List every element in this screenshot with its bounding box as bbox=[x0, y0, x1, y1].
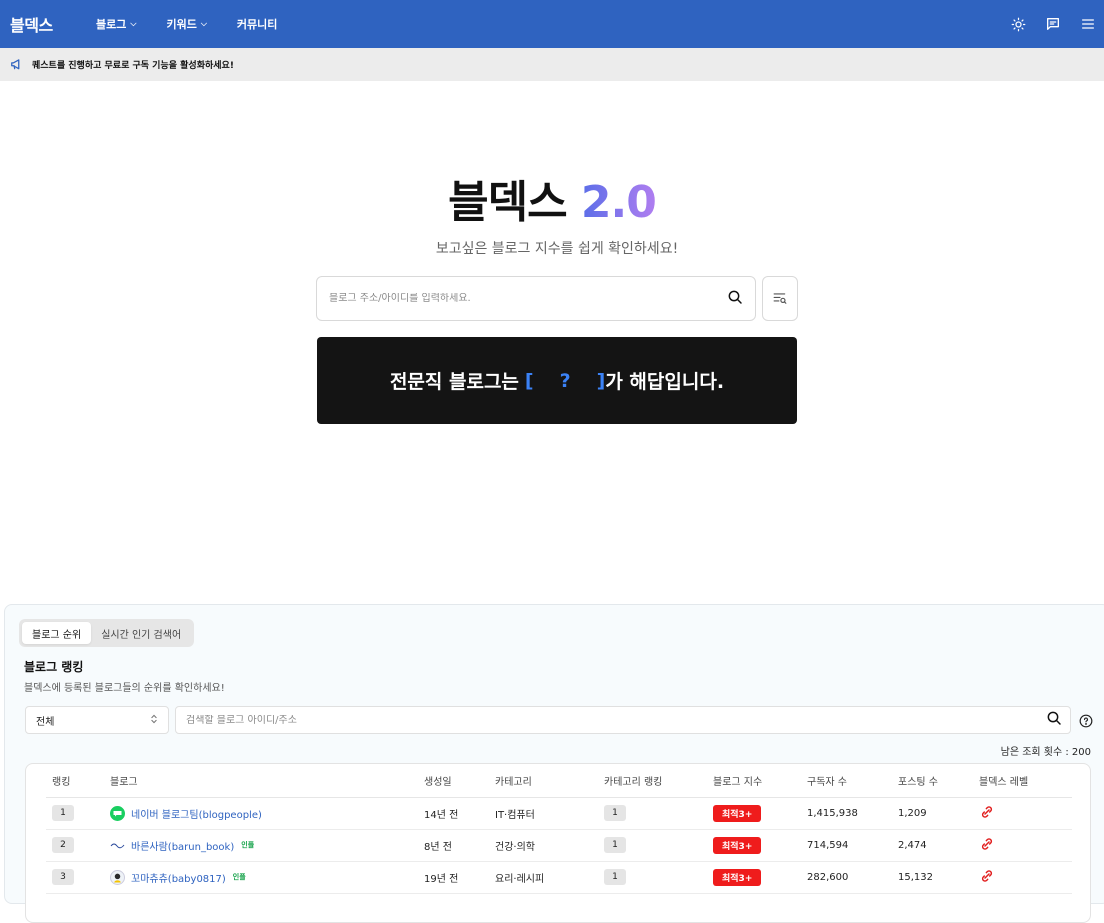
nav-item-label: 블로그 bbox=[96, 18, 127, 31]
promo-banner[interactable]: 전문직 블로그는 [ ? ] 가 해답입니다. bbox=[317, 337, 797, 424]
blog-link[interactable]: 꼬마츄츄(baby0817) bbox=[131, 870, 226, 885]
ranking-search-box bbox=[175, 706, 1071, 734]
posts-cell: 2,474 bbox=[898, 829, 979, 862]
megaphone-icon bbox=[10, 55, 24, 74]
influencer-tag: 인플 bbox=[232, 873, 246, 881]
notice-text: 퀘스트를 진행하고 무료로 구독 기능을 활성화하세요! bbox=[32, 61, 234, 71]
hero-version: 2.0 bbox=[580, 177, 657, 228]
blog-avatar-icon bbox=[110, 869, 125, 885]
table-row[interactable]: 2 바른사람(barun_book) 인플 8년 전 건강·의학 1 최적3+ … bbox=[46, 829, 1072, 862]
blog-index-badge: 최적3+ bbox=[713, 868, 762, 886]
influencer-tag: 인플 bbox=[241, 841, 255, 849]
nav-item-blog[interactable]: 블로그 ⌵ bbox=[96, 16, 136, 32]
ranking-tabs: 블로그 순위 실시간 인기 검색어 bbox=[19, 619, 195, 647]
ranking-description: 블덱스에 등록된 블로그들의 순위를 확인하세요! bbox=[24, 683, 225, 694]
ranking-table-container: 랭킹 블로그 생성일 카테고리 카테고리 랭킹 블로그 지수 구독자 수 포스팅… bbox=[25, 763, 1091, 923]
col-header-blog-index: 블로그 지수 bbox=[713, 764, 807, 798]
blog-avatar-icon bbox=[110, 838, 125, 853]
nav-item-keyword[interactable]: 키워드 ⌵ bbox=[166, 16, 206, 32]
col-header-blog: 블로그 bbox=[110, 764, 424, 798]
menu-icon[interactable] bbox=[1078, 14, 1098, 34]
table-row[interactable]: 3 꼬마츄츄(baby0817) 인플 19년 전 요리·레시피 1 최적3+ … bbox=[46, 861, 1072, 894]
posts-cell: 1,209 bbox=[898, 797, 979, 830]
blog-link[interactable]: 네이버 블로그팀(blogpeople) bbox=[131, 806, 262, 821]
banner-prefix: 전문직 블로그는 bbox=[389, 371, 519, 393]
ranking-search-input[interactable] bbox=[186, 714, 1046, 726]
hero-title-text: 블덱스 bbox=[448, 177, 567, 228]
chevron-down-icon: ⌵ bbox=[130, 19, 137, 28]
banner-suffix: 가 해답입니다. bbox=[605, 371, 725, 393]
banner-bracket-open: [ bbox=[524, 369, 534, 392]
banner-bracket-close: ] bbox=[596, 369, 606, 392]
ranking-title: 블로그 랭킹 bbox=[24, 660, 84, 674]
quest-notice-bar[interactable]: 퀘스트를 진행하고 무료로 구독 기능을 활성화하세요! bbox=[0, 48, 1104, 81]
level-chain-icon bbox=[979, 805, 995, 823]
main-nav: 블로그 ⌵ 키워드 ⌵ 커뮤니티 bbox=[96, 0, 307, 48]
created-cell: 8년 전 bbox=[424, 829, 495, 862]
site-logo[interactable]: 블덱스 bbox=[10, 12, 53, 36]
level-chain-icon bbox=[979, 837, 995, 855]
search-filter-button[interactable] bbox=[762, 276, 798, 321]
subscribers-cell: 1,415,938 bbox=[807, 797, 898, 830]
nav-item-label: 키워드 bbox=[166, 18, 197, 31]
col-header-posts: 포스팅 수 bbox=[898, 764, 979, 798]
rank-badge: 1 bbox=[52, 805, 74, 821]
category-rank-badge: 1 bbox=[604, 837, 626, 853]
category-select-value: 전체 bbox=[36, 716, 55, 728]
rank-badge: 3 bbox=[52, 869, 74, 885]
col-header-subscribers: 구독자 수 bbox=[807, 764, 898, 798]
blog-index-badge: 최적3+ bbox=[713, 836, 762, 854]
hero-subtitle: 보고싶은 블로그 지수를 쉽게 확인하세요! bbox=[435, 241, 679, 257]
category-cell: 요리·레시피 bbox=[495, 861, 604, 894]
posts-cell: 15,132 bbox=[898, 861, 979, 894]
hero-title: 블덱스 2.0 bbox=[0, 166, 1104, 230]
tab-realtime-keywords[interactable]: 실시간 인기 검색어 bbox=[91, 622, 191, 644]
nav-item-community[interactable]: 커뮤니티 bbox=[237, 16, 277, 32]
col-header-category-rank: 카테고리 랭킹 bbox=[604, 764, 713, 798]
help-circle-icon[interactable] bbox=[1079, 713, 1093, 728]
col-header-rank: 랭킹 bbox=[46, 764, 110, 798]
blog-index-badge: 최적3+ bbox=[713, 804, 762, 822]
filter-list-icon bbox=[773, 289, 787, 308]
category-cell: IT·컴퓨터 bbox=[495, 797, 604, 830]
table-header-row: 랭킹 블로그 생성일 카테고리 카테고리 랭킹 블로그 지수 구독자 수 포스팅… bbox=[46, 764, 1072, 798]
top-navigation-bar: 블덱스 블로그 ⌵ 키워드 ⌵ 커뮤니티 bbox=[0, 0, 1104, 48]
category-rank-badge: 1 bbox=[604, 805, 626, 821]
ranking-panel: 블로그 순위 실시간 인기 검색어 블로그 랭킹 블덱스에 등록된 블로그들의 … bbox=[4, 604, 1104, 923]
nav-item-label: 커뮤니티 bbox=[236, 18, 278, 31]
tab-blog-ranking[interactable]: 블로그 순위 bbox=[22, 622, 92, 644]
updown-chevron-icon bbox=[150, 714, 158, 727]
col-header-level: 블덱스 레벨 bbox=[979, 764, 1072, 798]
rank-badge: 2 bbox=[52, 837, 74, 853]
category-cell: 건강·의학 bbox=[495, 829, 604, 862]
blog-search-input[interactable] bbox=[329, 293, 727, 304]
col-header-category: 카테고리 bbox=[495, 764, 604, 798]
search-icon[interactable] bbox=[727, 289, 743, 309]
table-row[interactable]: 1 네이버 블로그팀(blogpeople) 14년 전 IT·컴퓨터 1 최적… bbox=[46, 797, 1072, 830]
banner-question: ? bbox=[559, 369, 571, 392]
category-rank-badge: 1 bbox=[604, 869, 626, 885]
blog-search-box bbox=[316, 276, 756, 321]
created-cell: 19년 전 bbox=[424, 861, 495, 894]
header-actions bbox=[993, 14, 1098, 34]
ranking-table: 랭킹 블로그 생성일 카테고리 카테고리 랭킹 블로그 지수 구독자 수 포스팅… bbox=[46, 764, 1072, 894]
search-icon[interactable] bbox=[1046, 710, 1062, 730]
chevron-down-icon: ⌵ bbox=[200, 19, 207, 28]
subscribers-cell: 714,594 bbox=[807, 829, 898, 862]
remaining-queries: 남은 조회 횟수 : 200 bbox=[1000, 747, 1091, 758]
created-cell: 14년 전 bbox=[424, 797, 495, 830]
chat-icon[interactable] bbox=[1043, 14, 1063, 34]
col-header-created: 생성일 bbox=[424, 764, 495, 798]
category-select[interactable]: 전체 bbox=[25, 706, 169, 734]
blog-link[interactable]: 바른사람(barun_book) bbox=[131, 838, 234, 853]
subscribers-cell: 282,600 bbox=[807, 861, 898, 894]
level-chain-icon bbox=[979, 869, 995, 887]
blog-avatar-icon bbox=[110, 805, 125, 821]
sun-icon[interactable] bbox=[1008, 14, 1028, 34]
